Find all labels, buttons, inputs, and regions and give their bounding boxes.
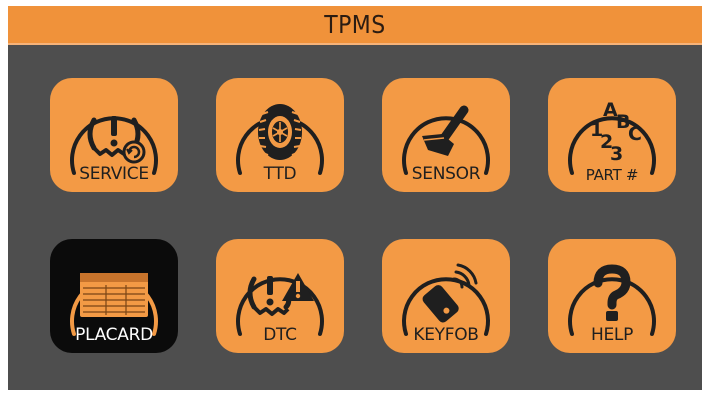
svg-text:3: 3 bbox=[610, 143, 623, 165]
placard-button[interactable]: PLACARD bbox=[50, 239, 178, 353]
tpms-screen: TPMS SERVICE TTD SENSOR A B C 1 2 3 PART… bbox=[8, 6, 702, 390]
screen-title: TPMS bbox=[324, 10, 386, 39]
sensor-button[interactable]: SENSOR bbox=[382, 78, 510, 192]
part-number-label: PART # bbox=[585, 166, 639, 184]
sensor-label: SENSOR bbox=[411, 164, 481, 184]
svg-text:C: C bbox=[628, 123, 642, 145]
help-label: HELP bbox=[590, 325, 634, 345]
ttd-button[interactable]: TTD bbox=[216, 78, 344, 192]
help-button[interactable]: HELP bbox=[548, 239, 676, 353]
ttd-label: TTD bbox=[263, 164, 297, 184]
dtc-label: DTC bbox=[263, 325, 297, 345]
service-button[interactable]: SERVICE bbox=[50, 78, 178, 192]
title-bar: TPMS bbox=[8, 6, 702, 45]
keyfob-button[interactable]: KEYFOB bbox=[382, 239, 510, 353]
dtc-button[interactable]: DTC bbox=[216, 239, 344, 353]
service-label: SERVICE bbox=[79, 164, 149, 184]
keyfob-label: KEYFOB bbox=[413, 325, 479, 345]
placard-label: PLACARD bbox=[75, 325, 153, 345]
part-number-button[interactable]: A B C 1 2 3 PART # bbox=[548, 78, 676, 192]
